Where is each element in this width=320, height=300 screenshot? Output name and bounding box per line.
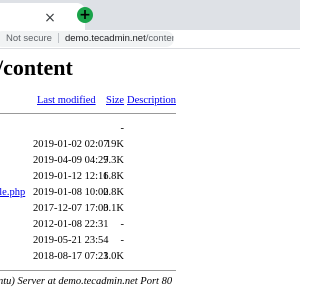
footer-divider bbox=[0, 270, 176, 271]
file-modified: 2012-01-08 22:31 bbox=[33, 219, 109, 230]
active-tab[interactable]: × bbox=[0, 3, 85, 30]
header-divider bbox=[0, 113, 176, 114]
file-modified: 2018-08-17 07:21 bbox=[33, 251, 109, 262]
file-size: 3.0K bbox=[103, 251, 124, 262]
sort-size-link[interactable]: Size bbox=[106, 95, 124, 106]
file-size: - bbox=[120, 219, 125, 230]
file-modified: 2019-01-12 12:11 bbox=[33, 171, 109, 182]
file-size: - bbox=[120, 123, 125, 134]
file-modified: 2019-05-21 23:54 bbox=[33, 235, 109, 246]
address-separator bbox=[57, 33, 59, 44]
new-tab-button[interactable]: + bbox=[77, 7, 93, 23]
file-modified: 2019-01-08 10:00 bbox=[33, 187, 109, 198]
file-size: 19K bbox=[105, 139, 124, 150]
url-host: demo.tecadmin.net bbox=[64, 33, 146, 44]
file-link[interactable]: ple.php bbox=[0, 187, 25, 198]
not-secure-label[interactable]: Not secure bbox=[6, 33, 52, 44]
browser-toolbar: Not secure demo.tecadmin.net/content/ bbox=[0, 30, 300, 49]
directory-listing-page: /content Last modified Size Description … bbox=[0, 49, 300, 300]
tab-strip: × + bbox=[0, 0, 300, 30]
file-modified: 2019-04-09 04:29 bbox=[33, 155, 109, 166]
sort-last-modified-link[interactable]: Last modified bbox=[37, 95, 96, 106]
file-modified: 2017-12-07 17:00 bbox=[33, 203, 109, 214]
file-size: 2.8K bbox=[103, 187, 124, 198]
file-size: 3.1K bbox=[103, 203, 124, 214]
page-title: /content bbox=[0, 55, 73, 80]
url-path: /content/ bbox=[145, 33, 174, 44]
file-modified: 2019-01-02 02:07 bbox=[33, 139, 109, 150]
address-bar[interactable]: Not secure demo.tecadmin.net/content/ bbox=[0, 31, 174, 47]
file-size: - bbox=[120, 235, 125, 246]
file-size: 6.8K bbox=[103, 171, 124, 182]
server-signature: ntu) Server at demo.tecadmin.net Port 80 bbox=[0, 276, 173, 287]
close-icon[interactable]: × bbox=[44, 11, 56, 25]
sort-description-link[interactable]: Description bbox=[127, 95, 176, 106]
file-size: 7.3K bbox=[103, 155, 124, 166]
